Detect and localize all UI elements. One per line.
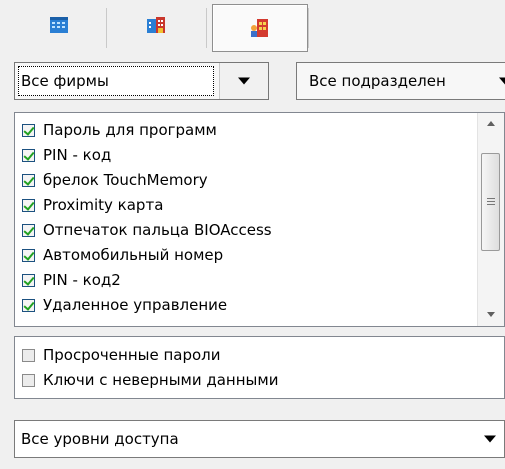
chevron-down-icon — [484, 435, 496, 443]
key-types-list[interactable]: Пароль для программ PIN - код брелок Tou… — [14, 112, 505, 327]
grip-icon — [487, 198, 495, 199]
list-item[interactable]: брелок TouchMemory — [22, 168, 208, 192]
checkbox[interactable] — [22, 273, 35, 287]
list-item-label: брелок TouchMemory — [43, 171, 208, 189]
list-item[interactable]: Пароль для программ — [22, 118, 217, 142]
tab-firms[interactable] — [12, 0, 106, 50]
checkbox[interactable] — [22, 123, 35, 137]
building-blue-icon — [50, 17, 68, 33]
tab-departments[interactable] — [108, 0, 204, 50]
checkbox[interactable] — [22, 223, 35, 237]
tab-divider — [106, 8, 107, 48]
list-item-label: PIN - код2 — [43, 271, 121, 289]
checkbox[interactable] — [22, 198, 35, 212]
firm-select[interactable]: Все фирмы — [14, 62, 269, 100]
checkbox[interactable] — [22, 348, 35, 362]
list-item[interactable]: Proximity карта — [22, 193, 163, 217]
list-item-label: Удаленное управление — [43, 296, 228, 314]
list-item[interactable]: Отпечаток пальца BIOAccess — [22, 218, 272, 242]
vertical-scrollbar[interactable] — [477, 113, 504, 326]
checkbox[interactable] — [22, 298, 35, 312]
access-level-value: Все уровни доступа — [21, 430, 179, 448]
list-item-label: PIN - код — [43, 146, 112, 164]
scrollbar-thumb[interactable] — [481, 153, 500, 251]
scroll-down-button[interactable] — [478, 304, 504, 326]
list-item[interactable]: Удаленное управление — [22, 293, 227, 317]
scroll-up-button[interactable] — [478, 113, 504, 135]
department-select[interactable]: Все подразделен — [296, 62, 505, 100]
list-item-label: Ключи с неверными данными — [43, 371, 279, 389]
list-item[interactable]: PIN - код2 — [22, 268, 121, 292]
list-item-label: Proximity карта — [43, 196, 164, 214]
extra-filters-list[interactable]: Просроченные пароли Ключи с неверными да… — [14, 336, 505, 399]
access-level-select[interactable]: Все уровни доступа — [14, 420, 505, 458]
list-item[interactable]: PIN - код — [22, 143, 111, 167]
chevron-down-icon — [499, 77, 505, 85]
checkbox[interactable] — [22, 173, 35, 187]
list-item-label: Автомобильный номер — [43, 246, 224, 264]
list-item-label: Пароль для программ — [43, 121, 217, 139]
list-item-label: Просроченные пароли — [43, 346, 221, 364]
tab-divider — [308, 8, 309, 48]
tab-divider — [206, 8, 207, 48]
people-building-icon — [251, 19, 268, 37]
firm-select-value: Все фирмы — [21, 72, 109, 90]
list-item-label: Отпечаток пальца BIOAccess — [43, 221, 272, 239]
tab-employees[interactable] — [212, 4, 308, 52]
chevron-down-icon — [238, 77, 250, 85]
checkbox[interactable] — [22, 248, 35, 262]
toolbar — [0, 0, 505, 52]
list-item[interactable]: Ключи с неверными данными — [22, 368, 278, 392]
building-colored-icon — [147, 17, 165, 33]
checkbox[interactable] — [22, 373, 35, 387]
list-item[interactable]: Автомобильный номер — [22, 243, 223, 267]
checkbox[interactable] — [22, 148, 35, 162]
list-item[interactable]: Просроченные пароли — [22, 343, 221, 367]
department-select-value: Все подразделен — [309, 72, 446, 90]
